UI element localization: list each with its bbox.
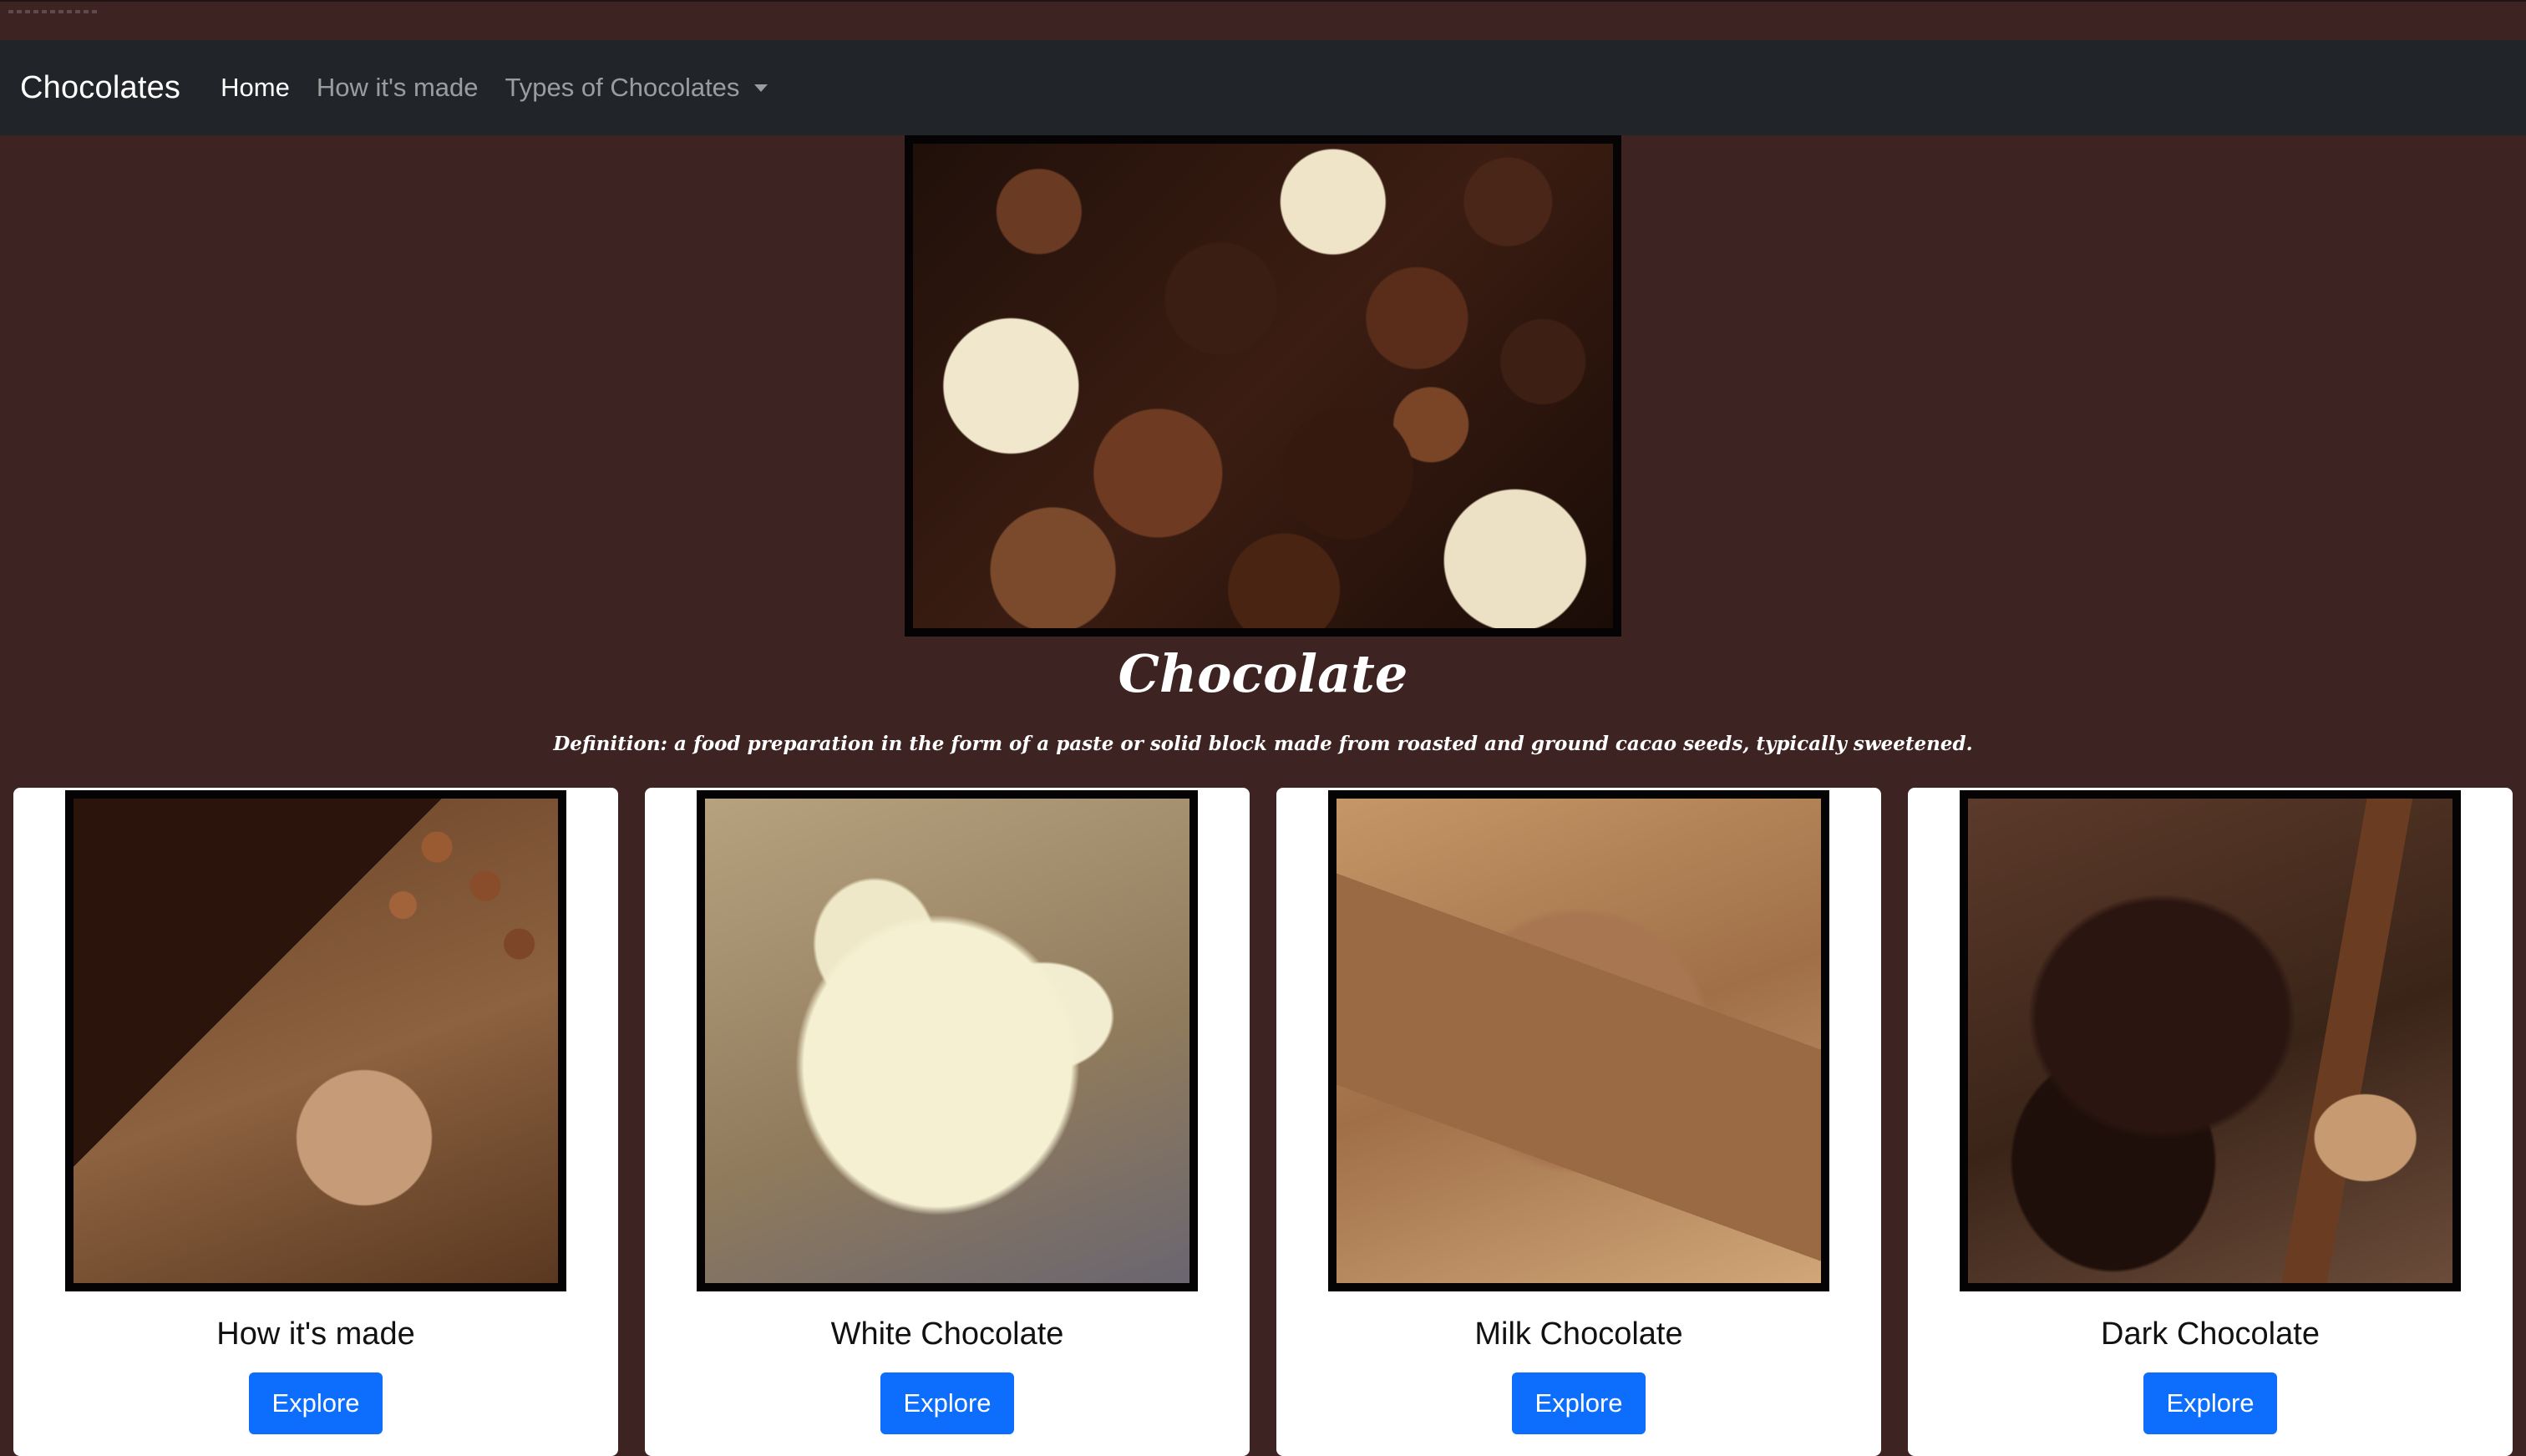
card-milk-chocolate: Milk Chocolate Explore xyxy=(1276,788,1881,1456)
page-title: Chocolate xyxy=(1118,643,1408,704)
card-title: White Chocolate xyxy=(830,1316,1064,1352)
hero-image-assorted-chocolates xyxy=(905,135,1621,637)
top-strip-dots xyxy=(8,10,100,13)
card-image-cacao-and-chocolate xyxy=(65,790,566,1291)
card-dark-chocolate: Dark Chocolate Explore xyxy=(1908,788,2513,1456)
nav-links: Home How it's made Types of Chocolates xyxy=(221,73,794,103)
card-title: Milk Chocolate xyxy=(1474,1316,1683,1352)
card-image-white-chocolate xyxy=(697,790,1198,1291)
nav-link-how-its-made[interactable]: How it's made xyxy=(317,73,479,103)
card-white-chocolate: White Chocolate Explore xyxy=(645,788,1250,1456)
card-how-its-made: How it's made Explore xyxy=(13,788,618,1456)
definition-text: Definition: a food preparation in the fo… xyxy=(553,733,1973,755)
browser-top-strip xyxy=(0,0,2526,40)
card-title: Dark Chocolate xyxy=(2101,1316,2320,1352)
card-image-dark-chocolate xyxy=(1960,790,2461,1291)
explore-button[interactable]: Explore xyxy=(249,1372,383,1434)
chevron-down-icon xyxy=(754,84,768,92)
card-image-milk-chocolate xyxy=(1328,790,1829,1291)
card-title: How it's made xyxy=(216,1316,415,1352)
explore-button[interactable]: Explore xyxy=(880,1372,1014,1434)
nav-dropdown-label: Types of Chocolates xyxy=(505,73,740,102)
nav-link-home[interactable]: Home xyxy=(221,73,290,103)
navbar-brand[interactable]: Chocolates xyxy=(20,70,180,106)
explore-button[interactable]: Explore xyxy=(2143,1372,2277,1434)
navbar: Chocolates Home How it's made Types of C… xyxy=(0,40,2526,135)
nav-dropdown-types-of-chocolates[interactable]: Types of Chocolates xyxy=(505,73,768,103)
explore-button[interactable]: Explore xyxy=(1512,1372,1646,1434)
